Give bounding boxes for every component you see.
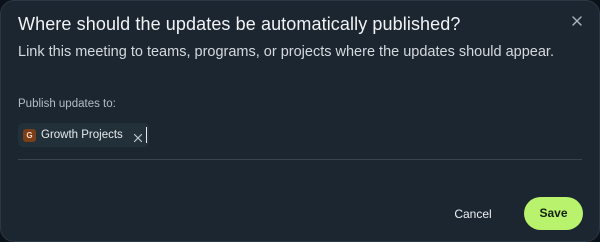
chip-label: Growth Projects <box>41 129 123 141</box>
publish-updates-dialog: Where should the updates be automaticall… <box>0 0 600 242</box>
chip-remove-icon[interactable] <box>133 130 143 143</box>
close-icon[interactable] <box>568 12 586 30</box>
destination-chip: G Growth Projects <box>18 123 149 147</box>
cancel-button[interactable]: Cancel <box>444 202 502 226</box>
save-button[interactable]: Save <box>524 197 583 230</box>
chip-avatar: G <box>23 128 36 142</box>
publish-destination-input[interactable]: G Growth Projects <box>18 119 582 160</box>
text-caret <box>146 127 147 143</box>
dialog-title: Where should the updates be automaticall… <box>18 14 461 34</box>
dialog-subtitle: Link this meeting to teams, programs, or… <box>18 44 554 60</box>
publish-field-label: Publish updates to: <box>18 98 116 110</box>
